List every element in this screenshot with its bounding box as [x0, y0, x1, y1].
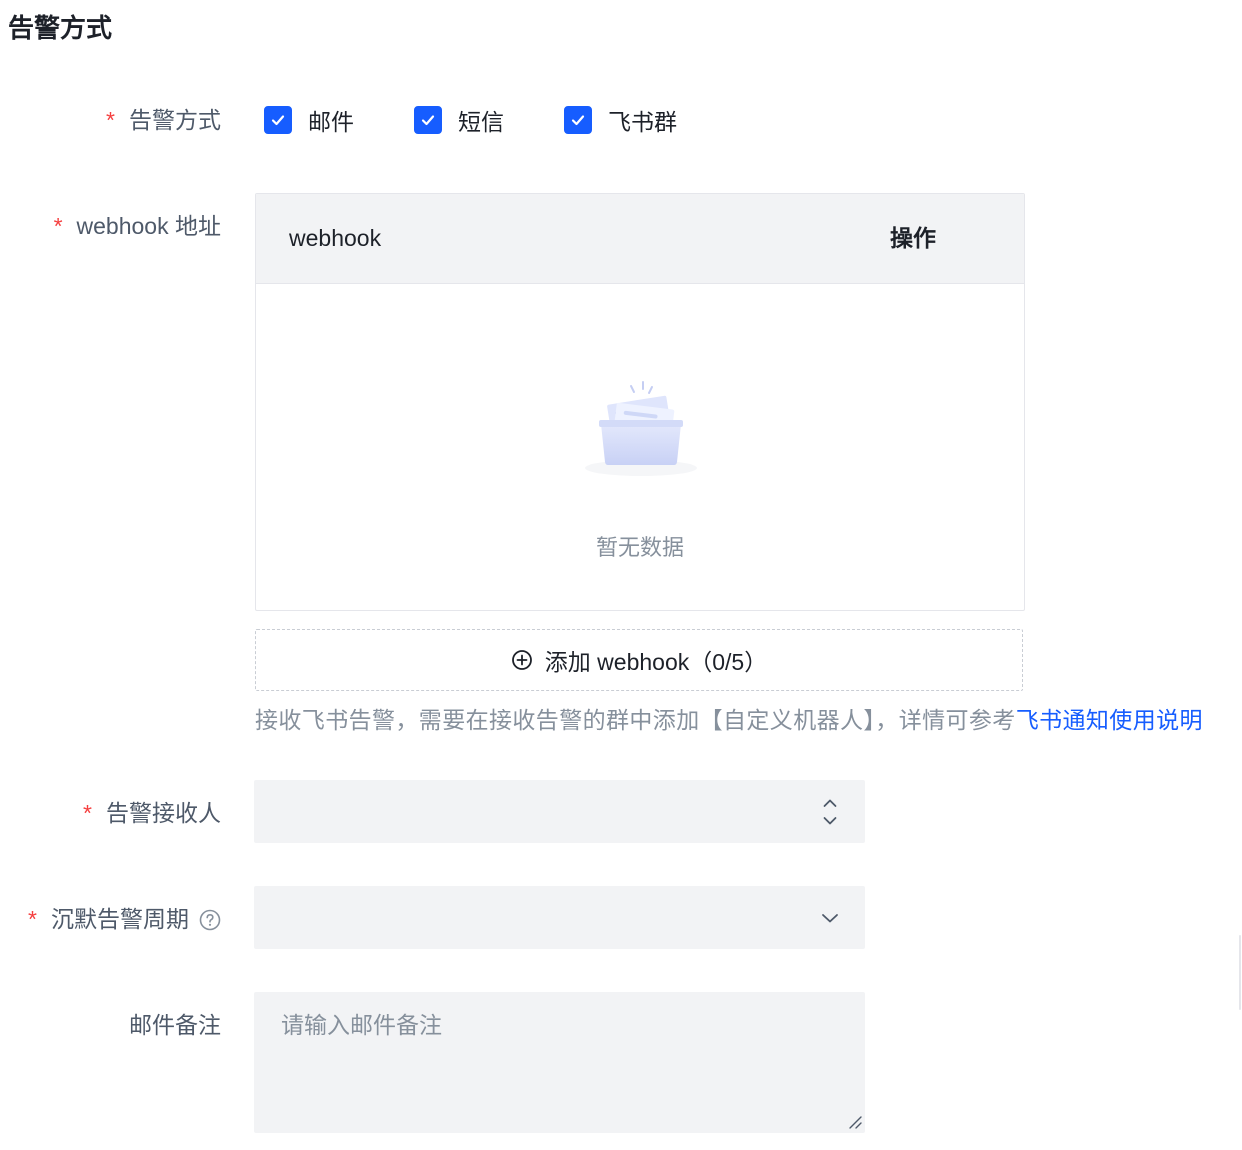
webhook-table: webhook 操作 暂无数据	[255, 193, 1025, 611]
webhook-help-text-body: 接收飞书告警，需要在接收告警的群中添加【自定义机器人】，详情可参考	[255, 707, 1016, 733]
email-note-label-text: 邮件备注	[129, 1012, 221, 1038]
column-header-actions: 操作	[890, 225, 936, 251]
add-webhook-button-label: 添加 webhook（0/5）	[544, 649, 768, 675]
checkbox-feishu-group-label: 飞书群	[608, 109, 677, 135]
add-webhook-button[interactable]: 添加 webhook（0/5）	[255, 629, 1023, 691]
required-mark: *	[28, 906, 37, 932]
required-mark: *	[53, 213, 63, 239]
silence-period-select[interactable]	[254, 886, 865, 949]
check-icon	[271, 115, 285, 126]
checkbox-sms[interactable]: 短信	[414, 104, 504, 136]
required-mark: *	[106, 107, 115, 133]
check-icon	[421, 115, 435, 126]
checkbox-sms-box[interactable]	[414, 106, 442, 134]
feishu-guide-link[interactable]: 飞书通知使用说明	[1016, 707, 1203, 733]
checkbox-email-box[interactable]	[264, 106, 292, 134]
webhook-label: * webhook 地址	[0, 210, 221, 242]
alert-method-label: * 告警方式	[0, 104, 221, 136]
email-note-textarea[interactable]	[254, 992, 865, 1133]
checkbox-feishu-group-box[interactable]	[564, 106, 592, 134]
question-circle-icon[interactable]	[199, 909, 221, 931]
check-icon	[571, 115, 585, 126]
section-title: 告警方式	[8, 13, 113, 43]
receivers-select[interactable]	[254, 780, 865, 843]
silence-period-label-text: 沉默告警周期	[51, 906, 189, 932]
receivers-label-text: 告警接收人	[106, 800, 221, 826]
checkbox-email-label: 邮件	[308, 109, 354, 135]
plus-circle-icon	[511, 650, 532, 670]
empty-state-text: 暂无数据	[595, 535, 684, 560]
required-mark: *	[83, 800, 92, 826]
scrollbar-thumb[interactable]	[1239, 935, 1241, 1010]
email-note-field[interactable]	[254, 992, 865, 1133]
chevron-down-icon	[822, 914, 838, 923]
webhook-table-header: webhook 操作	[256, 194, 1024, 284]
resize-handle-icon[interactable]	[847, 1114, 863, 1130]
receivers-label: * 告警接收人	[0, 797, 221, 829]
silence-period-label: * 沉默告警周期	[0, 903, 221, 935]
email-note-label: 邮件备注	[0, 1009, 221, 1041]
empty-box-icon	[585, 381, 697, 476]
webhook-help-text: 接收飞书告警，需要在接收告警的群中添加【自定义机器人】，详情可参考飞书通知使用说…	[255, 704, 1203, 736]
up-down-arrows-icon	[823, 799, 837, 825]
checkbox-email[interactable]: 邮件	[264, 104, 354, 136]
checkbox-feishu-group[interactable]: 飞书群	[564, 104, 677, 136]
checkbox-sms-label: 短信	[458, 109, 504, 135]
webhook-label-text: webhook 地址	[76, 213, 221, 239]
alert-method-label-text: 告警方式	[129, 107, 221, 133]
column-header-webhook: webhook	[289, 225, 382, 251]
